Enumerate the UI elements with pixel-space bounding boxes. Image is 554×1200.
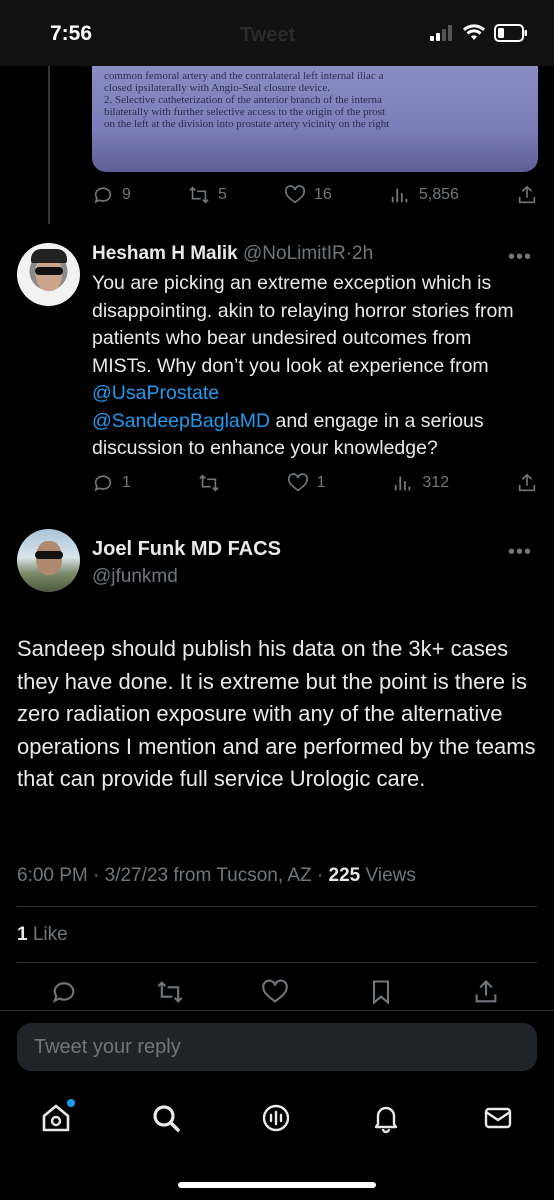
like-button[interactable]: 1: [287, 472, 326, 494]
tweet-actions: [50, 978, 500, 1006]
reply-icon: [94, 475, 112, 492]
tweet-text-part: You are picking an extreme exception whi…: [92, 272, 514, 377]
views-count: 312: [422, 474, 450, 491]
divider: [17, 906, 537, 907]
image-text-line: closed ipsilaterally with Angio-Seal clo…: [104, 82, 331, 94]
views-icon: [395, 476, 411, 491]
image-text-line: 2. Selective catheterization of the ante…: [104, 94, 382, 106]
mention-link[interactable]: @SandeepBaglaMD: [92, 410, 270, 432]
like-icon: [287, 473, 308, 492]
home-icon: [42, 1104, 70, 1132]
battery-icon: [494, 24, 527, 42]
avatar-sunglasses: [35, 551, 63, 559]
notifications-icon: [374, 1106, 398, 1134]
notification-dot: [67, 1099, 75, 1107]
avatar[interactable]: [17, 529, 80, 592]
reply-count: 1: [122, 474, 131, 491]
likes-summary[interactable]: 1 Like: [17, 924, 68, 946]
retweet-icon: [199, 474, 219, 492]
likes-label: Like: [27, 924, 68, 945]
tab-messages[interactable]: [482, 1102, 514, 1134]
reply-button[interactable]: 9: [92, 184, 131, 206]
retweet-icon[interactable]: [156, 978, 184, 1006]
like-icon: [284, 185, 305, 204]
home-indicator: [178, 1182, 376, 1188]
author-handle[interactable]: @jfunkmd: [92, 566, 178, 588]
like-count: 16: [313, 186, 332, 203]
views-count: 225: [328, 865, 361, 886]
avatar[interactable]: [17, 243, 80, 306]
divider: [17, 962, 537, 963]
author-name[interactable]: Hesham H Malik: [92, 243, 238, 264]
bookmark-icon[interactable]: [367, 978, 395, 1006]
views-label: Views: [360, 865, 416, 886]
reply-count: 9: [122, 186, 131, 203]
reply-icon: [94, 187, 112, 204]
like-count: 1: [316, 474, 326, 491]
image-text-line: on the left at the division into prostat…: [104, 118, 390, 130]
share-icon: [518, 185, 536, 204]
tweet-text: You are picking an extreme exception whi…: [92, 270, 532, 463]
views-button[interactable]: 312: [392, 472, 449, 494]
tab-home[interactable]: [40, 1099, 75, 1134]
views-button[interactable]: 5,856: [389, 184, 459, 206]
retweet-button[interactable]: 5: [188, 184, 227, 206]
image-text-line: bilaterally with further selective acces…: [104, 106, 386, 118]
more-options-button[interactable]: •••: [508, 541, 532, 564]
tab-spaces[interactable]: [260, 1102, 292, 1134]
tweet-actions: 1 1 312: [92, 472, 538, 494]
tab-notifications[interactable]: [370, 1102, 402, 1134]
tweet-actions: 9 5 16 5,856: [92, 184, 538, 206]
reply-button[interactable]: 1: [92, 472, 131, 494]
likes-count: 1: [17, 924, 28, 945]
tab-search[interactable]: [150, 1102, 182, 1134]
reply-icon[interactable]: [50, 978, 78, 1006]
avatar-glasses: [35, 267, 63, 275]
tweet-header: Hesham H Malik @NoLimitIR·2h: [92, 243, 373, 265]
reply-input[interactable]: [17, 1023, 537, 1071]
search-icon: [153, 1105, 180, 1132]
mention-link[interactable]: @UsaProstate: [92, 382, 219, 404]
messages-icon: [484, 1107, 512, 1129]
views-icon: [391, 188, 408, 203]
status-time: 7:56: [50, 22, 93, 45]
retweet-count: 5: [217, 186, 227, 203]
page-title: Tweet: [240, 24, 296, 46]
reply-composer: [0, 1010, 554, 1088]
share-icon[interactable]: [472, 978, 500, 1006]
author-name[interactable]: Joel Funk MD FACS: [92, 538, 281, 561]
tweet-image[interactable]: common femoral artery and the contralate…: [92, 66, 538, 172]
status-bar: 7:56 Tweet: [0, 0, 554, 66]
more-options-button[interactable]: •••: [508, 246, 532, 269]
share-icon: [518, 473, 536, 492]
like-icon[interactable]: [261, 978, 289, 1006]
like-button[interactable]: 16: [284, 184, 332, 206]
share-button[interactable]: [516, 184, 538, 206]
retweet-icon: [189, 186, 209, 204]
signal-icon: [430, 25, 452, 41]
image-text-line: common femoral artery and the contralate…: [104, 70, 384, 82]
retweet-button[interactable]: [198, 472, 220, 494]
status-icons: [430, 24, 528, 42]
thread-connector: [48, 66, 50, 224]
tweet-meta: 6:00 PM · 3/27/23 from Tucson, AZ · 225 …: [17, 865, 416, 887]
tweet-time: 2h: [352, 243, 374, 264]
spaces-icon: [262, 1104, 290, 1132]
tweet-timestamp: 6:00 PM · 3/27/23 from Tucson, AZ ·: [17, 865, 329, 886]
author-handle[interactable]: @NoLimitIR: [243, 243, 346, 264]
tweet-text: Sandeep should publish his data on the 3…: [17, 636, 536, 791]
views-count: 5,856: [418, 186, 459, 203]
wifi-icon: [463, 24, 485, 40]
avatar-cap: [31, 249, 67, 263]
share-button[interactable]: [516, 472, 538, 494]
